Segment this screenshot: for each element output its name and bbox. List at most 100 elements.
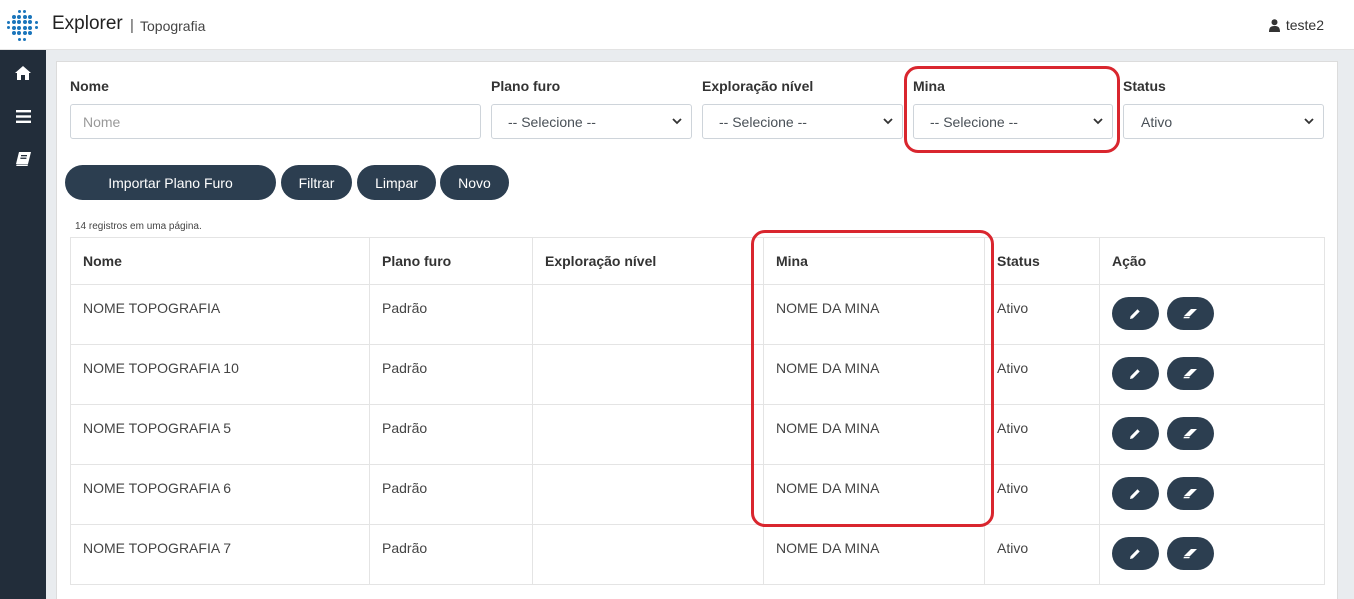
pencil-icon [1130,489,1140,499]
logo-dot [22,31,27,36]
eraser-icon [1183,489,1197,499]
title-separator: | [130,17,134,34]
table-row: NOME TOPOGRAFIA Padrão NOME DA MINA Ativ… [70,284,1325,345]
plano-furo-value: -- Selecione -- [508,113,596,130]
eraser-icon [1183,369,1197,379]
edit-button[interactable] [1112,357,1159,390]
plano-furo-select[interactable]: -- Selecione -- [491,104,692,139]
sidebar-item-book[interactable] [0,139,46,179]
pencil-icon [1130,549,1140,559]
logo-dot [11,20,16,25]
logo-dot [17,31,22,36]
sidebar-item-home[interactable] [0,53,46,93]
column-header-plano-furo[interactable]: Plano furo [369,237,533,285]
cell-exploracao-nivel [532,464,764,525]
chevron-down-icon [1304,118,1314,125]
logo-dot [28,25,33,30]
logo-dot [28,31,33,36]
status-select[interactable]: Ativo [1123,104,1324,139]
logo-dot [11,14,16,19]
user-menu[interactable]: teste2 [1268,17,1324,33]
logo-dot [22,20,27,25]
cell-nome: NOME TOPOGRAFIA 10 [70,344,370,405]
delete-button[interactable] [1167,537,1214,570]
cell-exploracao-nivel [532,344,764,405]
cell-acao [1099,284,1325,345]
menu-icon [15,109,31,123]
filter-button[interactable]: Filtrar [281,165,352,200]
cell-exploracao-nivel [532,404,764,465]
table-row: NOME TOPOGRAFIA 10 Padrão NOME DA MINA A… [70,344,1325,405]
exploracao-nivel-select[interactable]: -- Selecione -- [702,104,903,139]
column-header-status[interactable]: Status [984,237,1100,285]
top-bar: Explorer | Topografia teste2 [0,0,1354,50]
cell-acao [1099,404,1325,465]
column-header-nome[interactable]: Nome [70,237,370,285]
cell-status: Ativo [984,524,1100,585]
pencil-icon [1130,429,1140,439]
nome-input[interactable]: Nome [70,104,481,139]
logo-dot [17,9,21,13]
cell-status: Ativo [984,464,1100,525]
status-label: Status [1123,78,1166,94]
logo-dot [11,25,16,30]
record-count: 14 registros em uma página. [75,221,202,232]
column-header-acao: Ação [1099,237,1325,285]
highlight-mina-filter [904,66,1120,153]
home-icon [15,66,31,80]
user-icon [1268,18,1280,32]
cell-nome: NOME TOPOGRAFIA 6 [70,464,370,525]
logo-dot [17,14,22,19]
new-button[interactable]: Novo [440,165,509,200]
import-plano-furo-button[interactable]: Importar Plano Furo [65,165,276,200]
edit-button[interactable] [1112,297,1159,330]
logo-dot [22,14,27,19]
cell-acao [1099,524,1325,585]
eraser-icon [1183,549,1197,559]
pencil-icon [1130,369,1140,379]
delete-button[interactable] [1167,357,1214,390]
edit-button[interactable] [1112,537,1159,570]
logo-dot [11,31,16,36]
cell-acao [1099,464,1325,525]
plano-furo-label: Plano furo [491,78,561,94]
chevron-down-icon [883,118,893,125]
logo-dot [28,14,33,19]
nome-placeholder: Nome [83,113,121,130]
status-value: Ativo [1141,113,1173,130]
sidebar-item-menu[interactable] [0,96,46,136]
logo-icon[interactable] [6,9,40,43]
cell-plano-furo: Padrão [369,344,533,405]
edit-button[interactable] [1112,477,1159,510]
user-name: teste2 [1285,17,1324,33]
cell-status: Ativo [984,404,1100,465]
delete-button[interactable] [1167,297,1214,330]
edit-button[interactable] [1112,417,1159,450]
logo-dot [17,37,21,41]
chevron-down-icon [672,118,682,125]
cell-plano-furo: Padrão [369,404,533,465]
sidebar [0,50,46,599]
topografia-table: Nome Plano furo Exploração nível Mina St… [70,237,1325,585]
logo-dot [28,20,33,25]
cell-status: Ativo [984,344,1100,405]
logo-dot [6,26,10,30]
logo-dot [6,20,10,24]
delete-button[interactable] [1167,417,1214,450]
pencil-icon [1130,309,1140,319]
cell-plano-furo: Padrão [369,284,533,345]
delete-button[interactable] [1167,477,1214,510]
logo-dot [34,20,38,24]
table-row: NOME TOPOGRAFIA 6 Padrão NOME DA MINA At… [70,464,1325,525]
eraser-icon [1183,309,1197,319]
table-row: NOME TOPOGRAFIA 7 Padrão NOME DA MINA At… [70,524,1325,585]
clear-button[interactable]: Limpar [357,165,436,200]
eraser-icon [1183,429,1197,439]
cell-nome: NOME TOPOGRAFIA [70,284,370,345]
breadcrumb: Topografia [140,18,206,34]
cell-status: Ativo [984,284,1100,345]
column-header-exploracao-nivel[interactable]: Exploração nível [532,237,764,285]
cell-exploracao-nivel [532,524,764,585]
cell-nome: NOME TOPOGRAFIA 7 [70,524,370,585]
logo-dot [17,25,22,30]
